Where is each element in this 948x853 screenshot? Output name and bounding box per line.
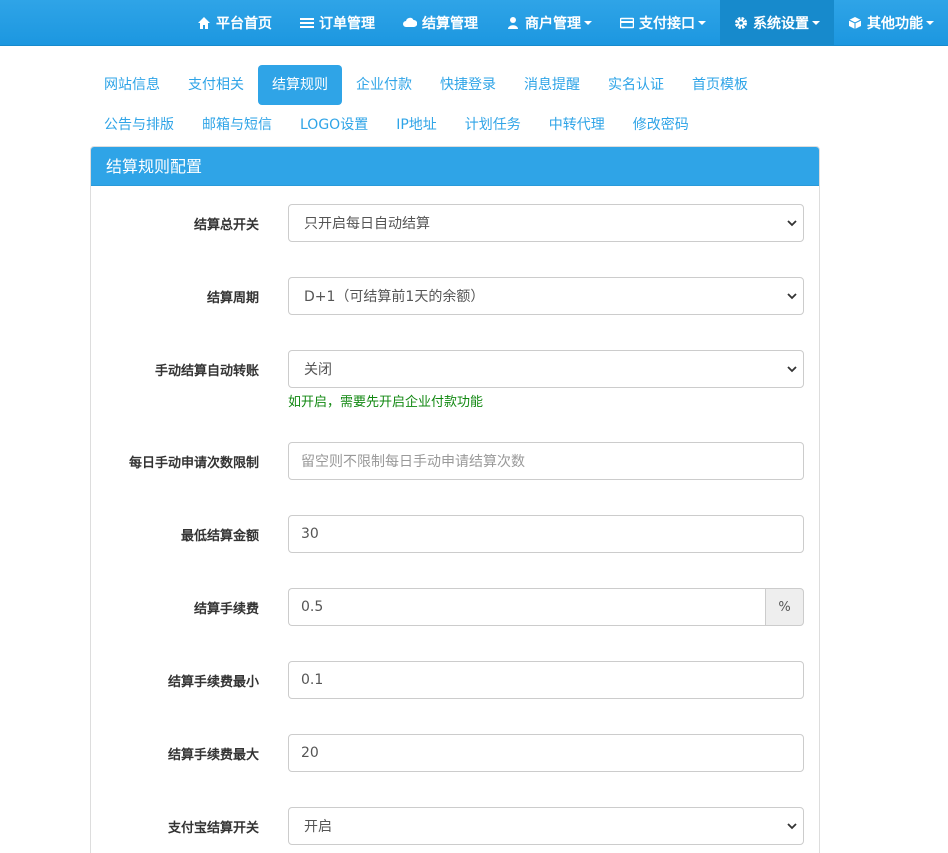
tab-announcement[interactable]: 公告与排版 (90, 105, 188, 145)
tab-settlement-rules[interactable]: 结算规则 (258, 65, 342, 105)
tab-change-password[interactable]: 修改密码 (619, 105, 703, 145)
user-icon (506, 16, 520, 30)
daily-limit-placeholder: 留空则不限制每日手动申请结算次数 (301, 454, 525, 470)
settle-cycle-select[interactable]: D+1（可结算前1天的余额） (288, 277, 804, 315)
fee-min-value: 0.1 (301, 672, 324, 688)
tab-site-info[interactable]: 网站信息 (90, 65, 174, 105)
nav-payment-api[interactable]: 支付接口 (606, 0, 720, 46)
fee-unit-addon: % (765, 588, 804, 626)
chevron-down-icon (787, 291, 797, 301)
nav-orders-label: 订单管理 (319, 16, 375, 32)
fee-max-label: 结算手续费最大 (167, 748, 259, 763)
settle-switch-label: 结算总开关 (193, 218, 259, 233)
chevron-down-icon (698, 21, 706, 25)
tab-real-name[interactable]: 实名认证 (594, 65, 678, 105)
tabs-row-2: 公告与排版 邮箱与短信 LOGO设置 IP地址 计划任务 中转代理 修改密码 (90, 105, 820, 145)
alipay-switch-select[interactable]: 开启 (288, 807, 804, 845)
list-icon (300, 16, 314, 30)
fee-max-input[interactable]: 20 (288, 734, 804, 772)
nav-home-label: 平台首页 (216, 16, 272, 32)
nav-system-settings[interactable]: 系统设置 (720, 0, 834, 46)
tab-cron[interactable]: 计划任务 (451, 105, 535, 145)
chevron-down-icon (584, 21, 592, 25)
chevron-down-icon (787, 218, 797, 228)
tab-enterprise-pay[interactable]: 企业付款 (342, 65, 426, 105)
panel-title: 结算规则配置 (91, 147, 819, 186)
fee-min-label: 结算手续费最小 (167, 675, 259, 690)
settle-switch-value: 只开启每日自动结算 (304, 216, 430, 232)
settlement-rules-panel: 结算规则配置 结算总开关 只开启每日自动结算 结算周期 D+1（可结算前1天的余… (90, 146, 820, 853)
nav-other[interactable]: 其他功能 (834, 0, 948, 46)
tab-email-sms[interactable]: 邮箱与短信 (188, 105, 286, 145)
nav-payment-api-label: 支付接口 (639, 16, 695, 32)
nav-system-settings-label: 系统设置 (753, 16, 809, 32)
fee-label: 结算手续费 (193, 602, 259, 617)
chevron-down-icon (926, 21, 934, 25)
gear-icon (734, 16, 748, 30)
auto-transfer-label: 手动结算自动转账 (154, 364, 259, 379)
tab-payment[interactable]: 支付相关 (174, 65, 258, 105)
alipay-switch-label: 支付宝结算开关 (167, 821, 259, 836)
fee-max-value: 20 (301, 745, 319, 761)
tab-quick-login[interactable]: 快捷登录 (426, 65, 510, 105)
min-amount-value: 30 (301, 526, 319, 542)
nav-merchants[interactable]: 商户管理 (492, 0, 606, 46)
fee-min-input[interactable]: 0.1 (288, 661, 804, 699)
nav-merchants-label: 商户管理 (525, 16, 581, 32)
settle-cycle-value: D+1（可结算前1天的余额） (304, 289, 485, 305)
chevron-down-icon (787, 364, 797, 374)
nav-menu: 平台首页 订单管理 结算管理 商户管理 支付接口 系统设置 其他功能 (183, 0, 948, 46)
daily-limit-input[interactable]: 留空则不限制每日手动申请结算次数 (288, 442, 804, 480)
tab-ip[interactable]: IP地址 (382, 105, 451, 145)
alipay-switch-value: 开启 (304, 819, 332, 835)
auto-transfer-select[interactable]: 关闭 (288, 350, 804, 388)
fee-input[interactable]: 0.5 (288, 588, 765, 626)
nav-orders[interactable]: 订单管理 (286, 0, 389, 46)
home-icon (197, 16, 211, 30)
min-amount-label: 最低结算金额 (180, 529, 259, 544)
auto-transfer-help: 如开启，需要先开启企业付款功能 (288, 395, 484, 410)
cube-icon (848, 16, 862, 30)
tab-proxy[interactable]: 中转代理 (535, 105, 619, 145)
nav-other-label: 其他功能 (867, 16, 923, 32)
cloud-icon (403, 16, 418, 30)
nav-settlement-label: 结算管理 (422, 16, 478, 32)
settings-tabs: 网站信息 支付相关 结算规则 企业付款 快捷登录 消息提醒 实名认证 首页模板 … (90, 65, 820, 145)
chevron-down-icon (812, 21, 820, 25)
settle-cycle-label: 结算周期 (206, 291, 259, 306)
tab-logo[interactable]: LOGO设置 (286, 105, 382, 145)
credit-card-icon (619, 16, 635, 30)
chevron-down-icon (787, 821, 797, 831)
daily-limit-label: 每日手动申请次数限制 (128, 456, 259, 471)
fee-value: 0.5 (301, 599, 324, 615)
min-amount-input[interactable]: 30 (288, 515, 804, 553)
tab-notifications[interactable]: 消息提醒 (510, 65, 594, 105)
top-navbar: 平台首页 订单管理 结算管理 商户管理 支付接口 系统设置 其他功能 (0, 0, 948, 46)
nav-settlement[interactable]: 结算管理 (389, 0, 492, 46)
tab-home-template[interactable]: 首页模板 (678, 65, 762, 105)
fee-input-group: 0.5 % (288, 588, 804, 626)
tabs-row-1: 网站信息 支付相关 结算规则 企业付款 快捷登录 消息提醒 实名认证 首页模板 (90, 65, 820, 105)
nav-home[interactable]: 平台首页 (183, 0, 286, 46)
settle-switch-select[interactable]: 只开启每日自动结算 (288, 204, 804, 242)
auto-transfer-value: 关闭 (304, 362, 332, 378)
